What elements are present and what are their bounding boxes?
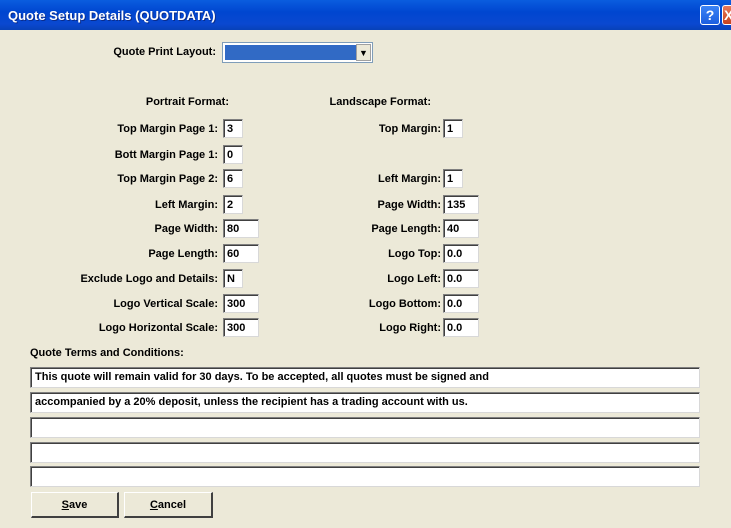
terms-line-4[interactable]: [30, 442, 700, 463]
cancel-mnemonic: C: [149, 498, 158, 511]
portrait-left-margin-label: Left Margin:: [155, 199, 218, 211]
exclude-logo-input[interactable]: [223, 269, 243, 288]
portrait-page-width-input[interactable]: [223, 219, 259, 238]
close-button[interactable]: X: [722, 5, 731, 25]
bott-margin-page1-label: Bott Margin Page 1:: [114, 149, 218, 161]
top-margin-page2-input[interactable]: [223, 169, 243, 188]
help-button[interactable]: ?: [700, 5, 720, 25]
top-margin-page1-label: Top Margin Page 1:: [117, 123, 218, 135]
landscape-top-margin-input[interactable]: [443, 119, 463, 138]
logo-top-label: Logo Top:: [388, 248, 441, 260]
landscape-top-margin-label: Top Margin:: [378, 123, 441, 135]
close-icon: X: [724, 7, 731, 23]
logo-bottom-input[interactable]: [443, 294, 479, 313]
landscape-heading: Landscape Format:: [329, 96, 431, 108]
question-mark-icon: ?: [705, 7, 715, 23]
landscape-page-width-label: Page Width:: [377, 199, 441, 211]
logo-vertical-scale-input[interactable]: [223, 294, 259, 313]
save-mnemonic: S: [61, 498, 69, 511]
portrait-page-width-label: Page Width:: [154, 223, 218, 235]
print-layout-label: Quote Print Layout:: [113, 46, 216, 58]
landscape-page-width-input[interactable]: [443, 195, 479, 214]
logo-left-input[interactable]: [443, 269, 479, 288]
logo-top-input[interactable]: [443, 244, 479, 263]
landscape-page-length-input[interactable]: [443, 219, 479, 238]
portrait-page-length-input[interactable]: [223, 244, 259, 263]
terms-heading: Quote Terms and Conditions:: [30, 347, 184, 359]
logo-bottom-label: Logo Bottom:: [368, 298, 441, 310]
portrait-heading: Portrait Format:: [145, 96, 229, 108]
logo-right-input[interactable]: [443, 318, 479, 337]
logo-horizontal-scale-label: Logo Horizontal Scale:: [98, 322, 218, 334]
dropdown-arrow[interactable]: ▼: [356, 44, 371, 61]
landscape-left-margin-label: Left Margin:: [378, 173, 441, 185]
print-layout-select[interactable]: ▼: [222, 42, 373, 63]
cancel-button[interactable]: Cancel: [124, 492, 213, 518]
logo-left-label: Logo Left:: [387, 273, 441, 285]
save-label-rest: ave: [68, 498, 88, 511]
print-layout-selected-value: [225, 45, 356, 60]
cancel-label-rest: ancel: [157, 498, 187, 511]
landscape-page-length-label: Page Length:: [371, 223, 441, 235]
exclude-logo-label: Exclude Logo and Details:: [80, 273, 218, 285]
top-margin-page1-input[interactable]: [223, 119, 243, 138]
terms-line-1[interactable]: This quote will remain valid for 30 days…: [30, 367, 700, 388]
terms-line-2[interactable]: accompanied by a 20% deposit, unless the…: [30, 392, 700, 413]
terms-line-3[interactable]: [30, 417, 700, 438]
quote-setup-dialog: Quote Setup Details (QUOTDATA) ? X Quote…: [0, 0, 731, 528]
logo-horizontal-scale-input[interactable]: [223, 318, 259, 337]
bott-margin-page1-input[interactable]: [223, 145, 243, 164]
terms-line-5[interactable]: [30, 466, 700, 487]
window-title: Quote Setup Details (QUOTDATA): [8, 8, 216, 23]
portrait-left-margin-input[interactable]: [223, 195, 243, 214]
top-margin-page2-label: Top Margin Page 2:: [117, 173, 218, 185]
logo-vertical-scale-label: Logo Vertical Scale:: [113, 298, 218, 310]
logo-right-label: Logo Right:: [379, 322, 441, 334]
chevron-down-icon: ▼: [359, 47, 368, 58]
save-button[interactable]: Save: [31, 492, 119, 518]
landscape-left-margin-input[interactable]: [443, 169, 463, 188]
portrait-page-length-label: Page Length:: [148, 248, 218, 260]
title-bar[interactable]: Quote Setup Details (QUOTDATA) ? X: [0, 0, 731, 30]
